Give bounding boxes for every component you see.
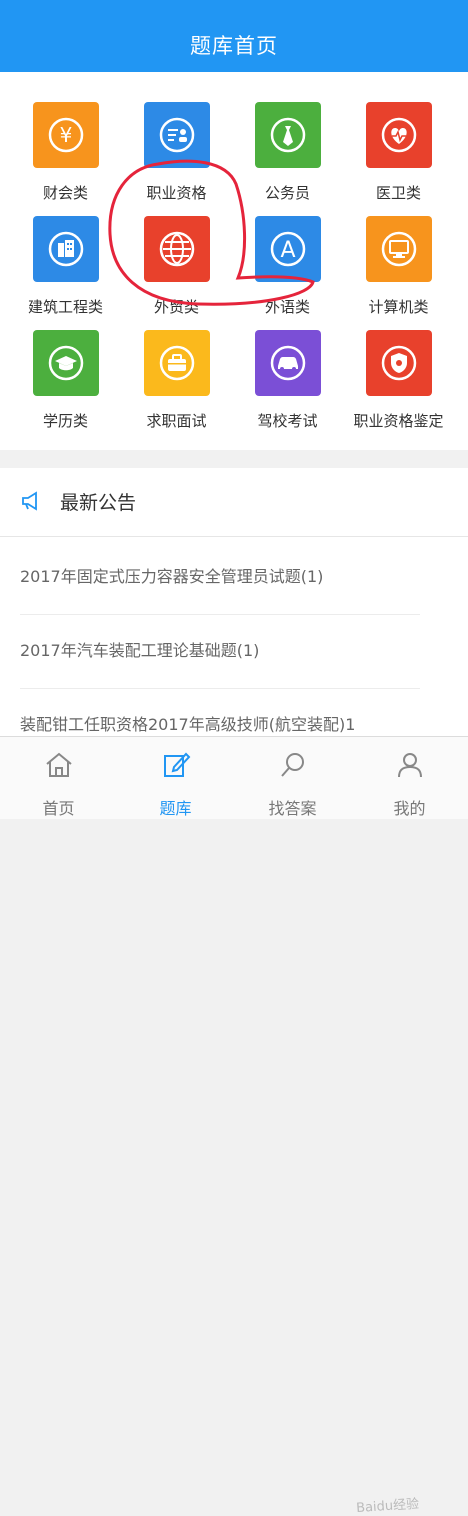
- car-icon: [255, 330, 321, 396]
- bottom-tab-bar: 首页 题库 找答案 我的 Baidu经验: [0, 736, 468, 1516]
- heart-icon: [366, 102, 432, 168]
- category-accounting[interactable]: ¥ 财会类: [7, 72, 124, 202]
- announcement-item[interactable]: 2017年汽车装配工理论基础题(1): [20, 614, 420, 689]
- category-civil-service[interactable]: 公务员: [229, 72, 346, 202]
- necktie-icon: [255, 102, 321, 168]
- category-driving-test[interactable]: 驾校考试: [229, 300, 346, 430]
- tab-label: 找答案: [268, 799, 317, 818]
- search-icon: [281, 753, 304, 777]
- category-computer[interactable]: 计算机类: [340, 186, 457, 316]
- tab-label: 题库: [159, 799, 192, 818]
- monitor-icon: [366, 216, 432, 282]
- badge-icon: [366, 330, 432, 396]
- announcement-title: 最新公告: [60, 492, 137, 514]
- user-icon: [398, 753, 422, 778]
- status-bar: [0, 0, 468, 8]
- category-qualification-appraisal[interactable]: 职业资格鉴定: [340, 300, 457, 430]
- home-icon: [46, 752, 72, 777]
- page-title: 题库首页: [190, 34, 278, 58]
- category-professional-qualification[interactable]: 职业资格: [118, 72, 235, 202]
- svg-text:A: A: [280, 238, 295, 263]
- category-label: 驾校考试: [257, 412, 318, 430]
- category-grid: ¥ 财会类 职业资格 公务员 医卫类 建筑工程类 外贸类 A 外语类 计算机类 …: [0, 72, 468, 450]
- building-icon: [33, 216, 99, 282]
- tab-label: 我的: [393, 799, 426, 818]
- announcement-header: 最新公告: [0, 468, 468, 537]
- category-construction[interactable]: 建筑工程类: [7, 186, 124, 316]
- category-medical[interactable]: 医卫类: [340, 72, 457, 202]
- category-label: 求职面试: [146, 412, 207, 430]
- id-card-icon: [144, 102, 210, 168]
- letter-a-icon: A: [255, 216, 321, 282]
- edit-icon: [164, 752, 191, 777]
- graduation-cap-icon: [33, 330, 99, 396]
- category-label: 职业资格鉴定: [353, 412, 444, 430]
- megaphone-icon: [22, 491, 37, 511]
- app-header: 题库首页: [0, 0, 468, 72]
- announcement-item[interactable]: 2017年固定式压力容器安全管理员试题(1): [20, 540, 420, 615]
- category-job-interview[interactable]: 求职面试: [118, 300, 235, 430]
- briefcase-icon: [144, 330, 210, 396]
- category-foreign-trade[interactable]: 外贸类: [118, 186, 235, 316]
- svg-text:¥: ¥: [60, 123, 73, 147]
- tab-label: 首页: [42, 799, 75, 818]
- tab-home[interactable]: 首页: [0, 737, 117, 819]
- tab-find-answers[interactable]: 找答案: [234, 737, 351, 819]
- yen-icon: ¥: [33, 102, 99, 168]
- watermark: Baidu经验: [355, 1496, 420, 1516]
- category-foreign-language[interactable]: A 外语类: [229, 186, 346, 316]
- tab-profile[interactable]: 我的: [351, 737, 468, 819]
- globe-icon: [144, 216, 210, 282]
- tab-question-bank[interactable]: 题库: [117, 737, 234, 819]
- category-education[interactable]: 学历类: [7, 300, 124, 430]
- category-label: 学历类: [42, 412, 88, 430]
